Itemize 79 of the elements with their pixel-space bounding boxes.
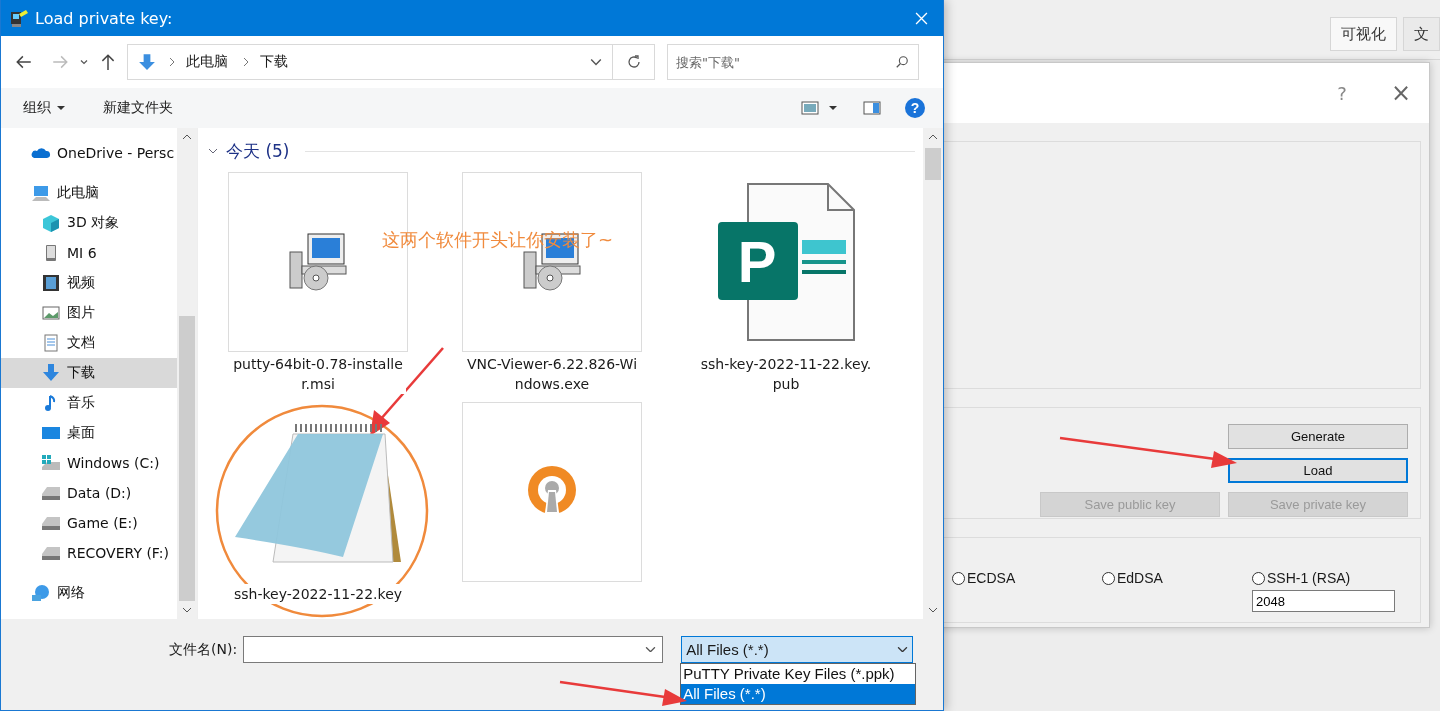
nav-item[interactable]: OneDrive - Persc bbox=[1, 138, 177, 168]
chevron-right-icon bbox=[168, 57, 176, 67]
up-arrow-icon[interactable] bbox=[99, 53, 117, 71]
chevron-down-icon[interactable] bbox=[645, 647, 657, 652]
tab[interactable]: 文 bbox=[1403, 17, 1440, 51]
nav-item[interactable]: MI 6 bbox=[1, 238, 177, 268]
file-thumbnail[interactable] bbox=[462, 402, 642, 582]
group-header[interactable]: 今天 (5) bbox=[226, 139, 290, 163]
help-button[interactable]: ? bbox=[905, 98, 925, 118]
scrollbar[interactable] bbox=[177, 128, 197, 619]
chevron-down-icon[interactable] bbox=[79, 57, 89, 67]
nav-item[interactable]: Data (D:) bbox=[1, 478, 177, 508]
document-icon bbox=[41, 333, 61, 353]
nav-item[interactable]: Windows (C:) bbox=[1, 448, 177, 478]
nav-item[interactable]: 桌面 bbox=[1, 418, 177, 448]
tab[interactable]: 可视化 bbox=[1330, 17, 1397, 51]
scrollbar[interactable] bbox=[923, 128, 943, 619]
search-icon bbox=[895, 55, 909, 69]
preview-pane-icon[interactable] bbox=[863, 101, 881, 115]
chevron-down-icon[interactable] bbox=[590, 56, 602, 68]
nav-item[interactable]: 文档 bbox=[1, 328, 177, 358]
nav-item[interactable]: 此电脑 bbox=[1, 178, 177, 208]
video-icon bbox=[41, 273, 61, 293]
close-icon bbox=[914, 11, 928, 25]
breadcrumb-item[interactable]: 下载 bbox=[260, 53, 288, 71]
network-icon bbox=[31, 583, 51, 603]
toolbar-button[interactable]: 新建文件夹 bbox=[93, 95, 183, 121]
scrollbar-thumb[interactable] bbox=[925, 148, 941, 180]
system-drive-icon bbox=[41, 453, 61, 473]
nav-item[interactable]: 3D 对象 bbox=[1, 208, 177, 238]
file-icon-area[interactable]: P bbox=[696, 172, 876, 352]
chevron-right-icon bbox=[242, 57, 250, 67]
radio-button[interactable] bbox=[1252, 571, 1265, 585]
nav-item[interactable]: 音乐 bbox=[1, 388, 177, 418]
chevron-up-icon[interactable] bbox=[928, 134, 938, 140]
key-button[interactable]: Load bbox=[1228, 458, 1408, 483]
radio-label: ECDSA bbox=[967, 570, 1016, 586]
refresh-icon bbox=[625, 54, 642, 70]
address-bar[interactable]: 此电脑 下载 bbox=[127, 44, 613, 80]
window-title: Load private key: bbox=[35, 8, 174, 28]
search-field[interactable]: 搜索"下载" bbox=[667, 44, 919, 80]
chevron-down-icon bbox=[897, 647, 909, 652]
nav-item[interactable]: 网络 bbox=[1, 578, 177, 608]
help-button[interactable]: ? bbox=[1333, 82, 1351, 104]
caret-icon[interactable] bbox=[829, 104, 837, 112]
file-name-field[interactable] bbox=[243, 636, 664, 663]
toolbar-button[interactable]: 组织 bbox=[13, 95, 75, 121]
download-icon bbox=[41, 363, 61, 383]
nav-item[interactable]: Game (E:) bbox=[1, 508, 177, 538]
nav-item[interactable]: 视频 bbox=[1, 268, 177, 298]
computer-icon bbox=[31, 183, 51, 203]
file-type-dropdown[interactable]: All Files (*.*) bbox=[681, 636, 914, 663]
chevron-down-icon[interactable] bbox=[182, 607, 192, 613]
radio-label: SSH-1 (RSA) bbox=[1267, 570, 1351, 586]
chevron-down-icon[interactable] bbox=[208, 146, 218, 156]
nav-item[interactable]: 下载 bbox=[1, 358, 177, 388]
key-computer-icon bbox=[9, 8, 29, 28]
picture-icon bbox=[41, 303, 61, 323]
refresh-button[interactable] bbox=[613, 44, 655, 80]
close-button[interactable]: × bbox=[1386, 79, 1415, 107]
nav-item[interactable]: 图片 bbox=[1, 298, 177, 328]
nav-item[interactable]: RECOVERY (F:) bbox=[1, 538, 177, 568]
dropdown-option[interactable]: All Files (*.*) bbox=[681, 684, 916, 704]
dropdown-option[interactable]: PuTTY Private Key Files (*.ppk) bbox=[681, 664, 916, 684]
scrollbar-thumb[interactable] bbox=[179, 316, 195, 601]
breadcrumb-item[interactable]: 此电脑 bbox=[186, 53, 228, 71]
file-name-label: 文件名(N): bbox=[169, 640, 238, 659]
cube-icon bbox=[41, 213, 61, 233]
chevron-down-icon[interactable] bbox=[928, 607, 938, 613]
back-arrow-icon[interactable] bbox=[15, 53, 33, 71]
radio-button[interactable] bbox=[952, 571, 965, 585]
radio-button[interactable] bbox=[1102, 571, 1115, 585]
view-options-icon[interactable] bbox=[801, 101, 819, 115]
radio-label: EdDSA bbox=[1117, 570, 1163, 586]
bits-field[interactable]: 2048 bbox=[1252, 590, 1395, 612]
key-button[interactable]: Generate bbox=[1228, 424, 1408, 449]
installer-icon bbox=[288, 232, 348, 292]
download-arrow-icon bbox=[138, 53, 156, 71]
chevron-up-icon[interactable] bbox=[182, 134, 192, 140]
